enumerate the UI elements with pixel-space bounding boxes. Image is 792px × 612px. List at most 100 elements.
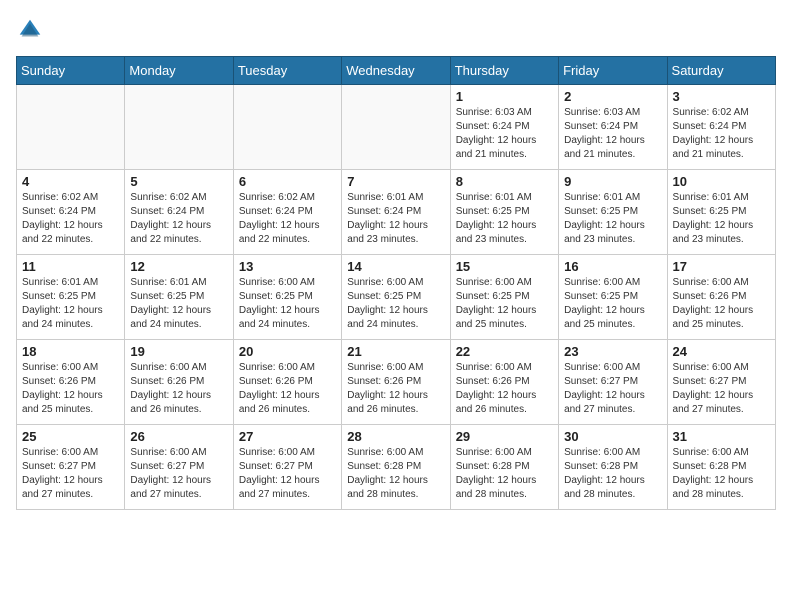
day-number: 5 <box>130 174 227 189</box>
day-number: 23 <box>564 344 661 359</box>
calendar-cell: 9 Sunrise: 6:01 AM Sunset: 6:25 PM Daylig… <box>559 170 667 255</box>
day-number: 2 <box>564 89 661 104</box>
calendar-cell: 24Sunrise: 6:00 AM Sunset: 6:27 PM Dayli… <box>667 340 775 425</box>
day-number: 14 <box>347 259 444 274</box>
calendar-cell <box>233 85 341 170</box>
day-info: Sunrise: 6:00 AM Sunset: 6:28 PM Dayligh… <box>456 446 553 502</box>
day-info: Sunrise: 6:00 AM Sunset: 6:27 PM Dayligh… <box>130 446 227 502</box>
day-info: Sunrise: 6:03 AM Sunset: 6:24 PM Dayligh… <box>564 106 661 162</box>
weekday-header: Monday <box>125 57 233 85</box>
calendar-cell: 1 Sunrise: 6:03 AM Sunset: 6:24 PM Daylig… <box>450 85 558 170</box>
page-header <box>16 16 776 44</box>
day-number: 15 <box>456 259 553 274</box>
day-info: Sunrise: 6:02 AM Sunset: 6:24 PM Dayligh… <box>22 191 119 247</box>
day-info: Sunrise: 6:01 AM Sunset: 6:24 PM Dayligh… <box>347 191 444 247</box>
week-row: 4 Sunrise: 6:02 AM Sunset: 6:24 PM Daylig… <box>17 170 776 255</box>
calendar-cell: 2 Sunrise: 6:03 AM Sunset: 6:24 PM Daylig… <box>559 85 667 170</box>
day-info: Sunrise: 6:01 AM Sunset: 6:25 PM Dayligh… <box>673 191 770 247</box>
calendar-table: SundayMondayTuesdayWednesdayThursdayFrid… <box>16 56 776 510</box>
calendar-cell: 12 Sunrise: 6:01 AM Sunset: 6:25 PM Dayli… <box>125 255 233 340</box>
calendar-cell: 3 Sunrise: 6:02 AM Sunset: 6:24 PM Daylig… <box>667 85 775 170</box>
day-number: 30 <box>564 429 661 444</box>
calendar-cell <box>342 85 450 170</box>
week-row: 1 Sunrise: 6:03 AM Sunset: 6:24 PM Daylig… <box>17 85 776 170</box>
calendar-cell: 21 Sunrise: 6:00 AM Sunset: 6:26 PM Dayli… <box>342 340 450 425</box>
day-info: Sunrise: 6:00 AM Sunset: 6:25 PM Dayligh… <box>456 276 553 332</box>
day-number: 16 <box>564 259 661 274</box>
day-info: Sunrise: 6:01 AM Sunset: 6:25 PM Dayligh… <box>130 276 227 332</box>
calendar-cell: 13Sunrise: 6:00 AM Sunset: 6:25 PM Dayli… <box>233 255 341 340</box>
day-number: 25 <box>22 429 119 444</box>
day-number: 3 <box>673 89 770 104</box>
calendar-cell: 10 Sunrise: 6:01 AM Sunset: 6:25 PM Dayli… <box>667 170 775 255</box>
day-number: 1 <box>456 89 553 104</box>
weekday-header: Wednesday <box>342 57 450 85</box>
calendar-cell: 4 Sunrise: 6:02 AM Sunset: 6:24 PM Daylig… <box>17 170 125 255</box>
calendar-cell: 27Sunrise: 6:00 AM Sunset: 6:27 PM Dayli… <box>233 425 341 510</box>
calendar-cell: 15 Sunrise: 6:00 AM Sunset: 6:25 PM Dayli… <box>450 255 558 340</box>
calendar-cell: 20 Sunrise: 6:00 AM Sunset: 6:26 PM Dayli… <box>233 340 341 425</box>
day-number: 7 <box>347 174 444 189</box>
weekday-header: Tuesday <box>233 57 341 85</box>
calendar-cell: 17Sunrise: 6:00 AM Sunset: 6:26 PM Dayli… <box>667 255 775 340</box>
day-info: Sunrise: 6:00 AM Sunset: 6:26 PM Dayligh… <box>130 361 227 417</box>
weekday-header: Friday <box>559 57 667 85</box>
day-info: Sunrise: 6:01 AM Sunset: 6:25 PM Dayligh… <box>22 276 119 332</box>
day-number: 28 <box>347 429 444 444</box>
calendar-cell: 16 Sunrise: 6:00 AM Sunset: 6:25 PM Dayli… <box>559 255 667 340</box>
day-info: Sunrise: 6:00 AM Sunset: 6:28 PM Dayligh… <box>347 446 444 502</box>
week-row: 25 Sunrise: 6:00 AM Sunset: 6:27 PM Dayli… <box>17 425 776 510</box>
day-info: Sunrise: 6:00 AM Sunset: 6:26 PM Dayligh… <box>456 361 553 417</box>
day-number: 9 <box>564 174 661 189</box>
calendar-cell: 5 Sunrise: 6:02 AM Sunset: 6:24 PM Daylig… <box>125 170 233 255</box>
day-number: 11 <box>22 259 119 274</box>
day-number: 19 <box>130 344 227 359</box>
weekday-header: Saturday <box>667 57 775 85</box>
day-number: 22 <box>456 344 553 359</box>
day-info: Sunrise: 6:03 AM Sunset: 6:24 PM Dayligh… <box>456 106 553 162</box>
day-number: 10 <box>673 174 770 189</box>
day-number: 31 <box>673 429 770 444</box>
day-info: Sunrise: 6:00 AM Sunset: 6:26 PM Dayligh… <box>239 361 336 417</box>
weekday-header: Thursday <box>450 57 558 85</box>
calendar-cell: 30 Sunrise: 6:00 AM Sunset: 6:28 PM Dayli… <box>559 425 667 510</box>
calendar-cell: 23Sunrise: 6:00 AM Sunset: 6:27 PM Dayli… <box>559 340 667 425</box>
day-number: 13 <box>239 259 336 274</box>
day-info: Sunrise: 6:00 AM Sunset: 6:27 PM Dayligh… <box>673 361 770 417</box>
weekday-header: Sunday <box>17 57 125 85</box>
calendar-cell: 19 Sunrise: 6:00 AM Sunset: 6:26 PM Dayli… <box>125 340 233 425</box>
day-number: 6 <box>239 174 336 189</box>
day-number: 8 <box>456 174 553 189</box>
calendar-cell: 26 Sunrise: 6:00 AM Sunset: 6:27 PM Dayli… <box>125 425 233 510</box>
calendar-cell: 18Sunrise: 6:00 AM Sunset: 6:26 PM Dayli… <box>17 340 125 425</box>
logo-icon <box>16 16 44 44</box>
calendar-cell: 25Sunrise: 6:00 AM Sunset: 6:27 PM Dayli… <box>17 425 125 510</box>
day-number: 4 <box>22 174 119 189</box>
calendar-cell: 28 Sunrise: 6:00 AM Sunset: 6:28 PM Dayli… <box>342 425 450 510</box>
calendar-cell: 29Sunrise: 6:00 AM Sunset: 6:28 PM Dayli… <box>450 425 558 510</box>
calendar-cell: 8Sunrise: 6:01 AM Sunset: 6:25 PM Daylig… <box>450 170 558 255</box>
day-info: Sunrise: 6:00 AM Sunset: 6:25 PM Dayligh… <box>564 276 661 332</box>
day-info: Sunrise: 6:02 AM Sunset: 6:24 PM Dayligh… <box>239 191 336 247</box>
calendar-cell <box>17 85 125 170</box>
day-number: 21 <box>347 344 444 359</box>
day-number: 12 <box>130 259 227 274</box>
day-info: Sunrise: 6:01 AM Sunset: 6:25 PM Dayligh… <box>564 191 661 247</box>
day-number: 20 <box>239 344 336 359</box>
day-info: Sunrise: 6:00 AM Sunset: 6:26 PM Dayligh… <box>22 361 119 417</box>
day-number: 26 <box>130 429 227 444</box>
logo[interactable] <box>16 16 48 44</box>
day-info: Sunrise: 6:00 AM Sunset: 6:28 PM Dayligh… <box>673 446 770 502</box>
calendar-cell: 11 Sunrise: 6:01 AM Sunset: 6:25 PM Dayli… <box>17 255 125 340</box>
week-row: 18Sunrise: 6:00 AM Sunset: 6:26 PM Dayli… <box>17 340 776 425</box>
week-row: 11 Sunrise: 6:01 AM Sunset: 6:25 PM Dayli… <box>17 255 776 340</box>
day-info: Sunrise: 6:00 AM Sunset: 6:28 PM Dayligh… <box>564 446 661 502</box>
calendar-cell <box>125 85 233 170</box>
day-number: 17 <box>673 259 770 274</box>
calendar-cell: 22 Sunrise: 6:00 AM Sunset: 6:26 PM Dayli… <box>450 340 558 425</box>
day-info: Sunrise: 6:02 AM Sunset: 6:24 PM Dayligh… <box>130 191 227 247</box>
calendar-cell: 7 Sunrise: 6:01 AM Sunset: 6:24 PM Daylig… <box>342 170 450 255</box>
day-info: Sunrise: 6:02 AM Sunset: 6:24 PM Dayligh… <box>673 106 770 162</box>
day-info: Sunrise: 6:00 AM Sunset: 6:26 PM Dayligh… <box>347 361 444 417</box>
calendar-header-row: SundayMondayTuesdayWednesdayThursdayFrid… <box>17 57 776 85</box>
